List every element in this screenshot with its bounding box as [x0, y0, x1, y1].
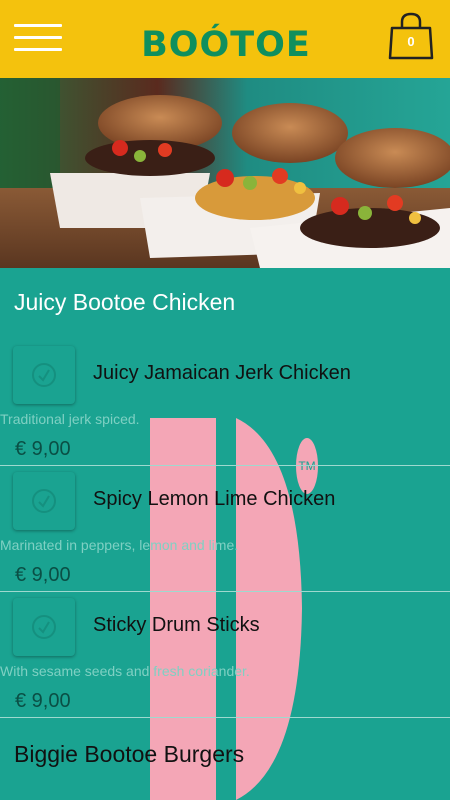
item-description: Traditional jerk spiced.	[0, 411, 140, 427]
item-name: Sticky Drum Sticks	[93, 614, 260, 636]
item-price: € 9,00	[15, 690, 71, 712]
section-title-chicken: Juicy Bootoe Chicken	[14, 289, 236, 315]
item-description: Marinated in peppers, lemon and lime.	[0, 537, 239, 553]
menu-item[interactable]: Juicy Jamaican Jerk Chicken Traditional …	[0, 340, 450, 466]
item-description: With sesame seeds and fresh coriander.	[0, 663, 250, 679]
item-name: Juicy Jamaican Jerk Chicken	[93, 362, 351, 384]
chicken-placeholder-icon	[32, 615, 56, 639]
chicken-placeholder-icon	[32, 489, 56, 513]
divider	[0, 717, 450, 718]
item-thumbnail	[13, 598, 75, 656]
menu-item[interactable]: Spicy Lemon Lime Chicken Marinated in pe…	[0, 466, 450, 592]
top-bar: BOÓTOE 0	[0, 0, 450, 78]
hero-burgers-image	[0, 78, 450, 268]
item-name: Spicy Lemon Lime Chicken	[93, 488, 336, 510]
section-title-burgers[interactable]: Biggie Bootoe Burgers	[14, 741, 434, 768]
hamburger-menu-icon[interactable]	[14, 24, 64, 52]
item-price: € 9,00	[15, 438, 71, 460]
chicken-placeholder-icon	[32, 363, 56, 387]
brand-logo[interactable]: BOÓTOE	[140, 22, 312, 68]
menu-item[interactable]: Sticky Drum Sticks With sesame seeds and…	[0, 592, 450, 718]
item-thumbnail	[13, 472, 75, 530]
item-thumbnail	[13, 346, 75, 404]
cart-count-badge: 0	[407, 34, 415, 49]
item-price: € 9,00	[15, 564, 71, 586]
cart-button[interactable]: 0	[388, 12, 434, 60]
